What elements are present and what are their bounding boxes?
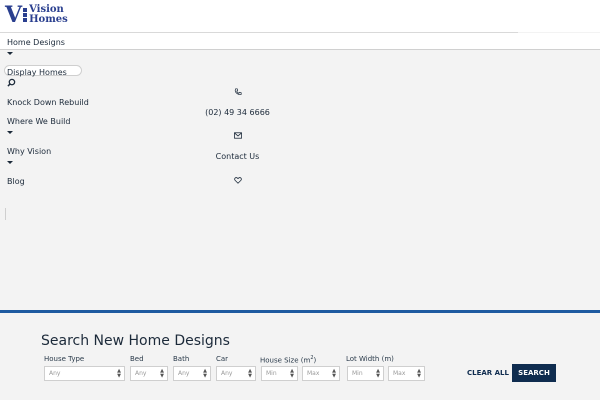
- chevron-down-icon[interactable]: [7, 161, 13, 164]
- nav-where-we-build[interactable]: Where We Build: [7, 117, 70, 126]
- logo-letter: V: [5, 2, 23, 28]
- label-car: Car: [216, 355, 229, 363]
- logo-line-homes: Homes: [29, 14, 68, 25]
- select-arrows-icon: ▲ ▼: [248, 368, 252, 379]
- chevron-down-icon[interactable]: [7, 52, 13, 55]
- chevron-down-icon[interactable]: [7, 131, 13, 134]
- label-bed: Bed: [130, 355, 144, 363]
- select-arrows-icon: ▲ ▼: [203, 368, 207, 379]
- label-house-size-close: ): [313, 356, 317, 365]
- select-arrows-icon: ▲ ▼: [160, 368, 164, 379]
- lot-width-min-value: Min: [352, 370, 363, 377]
- label-bath: Bath: [173, 355, 190, 363]
- nav-strip: [0, 33, 600, 50]
- house-size-min-value: Min: [266, 370, 277, 377]
- select-arrows-icon: ▲ ▼: [117, 368, 121, 379]
- nav-home-designs[interactable]: Home Designs: [7, 38, 65, 47]
- select-arrows-icon: ▲ ▼: [290, 368, 294, 379]
- bath-value: Any: [178, 370, 190, 377]
- logo-wordmark: Vision Homes: [29, 5, 68, 25]
- lot-width-max-select[interactable]: Max ▲ ▼: [388, 366, 425, 381]
- heart-icon[interactable]: [200, 177, 275, 186]
- bath-select[interactable]: Any ▲ ▼: [173, 366, 211, 381]
- label-house-size: House Size (m2): [260, 355, 316, 364]
- select-arrows-icon: ▲ ▼: [332, 368, 336, 379]
- envelope-icon[interactable]: [200, 132, 275, 141]
- contact-us-link[interactable]: Contact Us: [200, 152, 275, 161]
- house-size-min-select[interactable]: Min ▲ ▼: [261, 366, 298, 381]
- header: V Vision Homes: [0, 0, 600, 32]
- nav-display-homes[interactable]: Display Homes: [7, 68, 67, 77]
- bed-value: Any: [135, 370, 147, 377]
- house-type-select[interactable]: Any ▲ ▼: [44, 366, 125, 381]
- select-arrows-icon: ▲ ▼: [417, 368, 421, 379]
- house-size-max-select[interactable]: Max ▲ ▼: [302, 366, 340, 381]
- search-button[interactable]: SEARCH: [512, 364, 556, 382]
- lot-width-min-select[interactable]: Min ▲ ▼: [347, 366, 384, 381]
- lot-width-max-value: Max: [393, 370, 406, 377]
- label-house-type: House Type: [44, 355, 85, 363]
- logo-mark: [23, 7, 28, 23]
- house-size-max-value: Max: [307, 370, 320, 377]
- house-type-value: Any: [49, 370, 61, 377]
- phone-number[interactable]: (02) 49 34 6666: [200, 108, 275, 117]
- select-arrows-icon: ▲ ▼: [376, 368, 380, 379]
- clear-all-button[interactable]: CLEAR ALL: [467, 369, 509, 377]
- vision-homes-logo[interactable]: V Vision Homes: [5, 4, 68, 26]
- car-select[interactable]: Any ▲ ▼: [216, 366, 256, 381]
- divider: [5, 208, 6, 220]
- car-value: Any: [221, 370, 233, 377]
- search-icon[interactable]: [7, 78, 16, 89]
- phone-icon[interactable]: [200, 88, 275, 98]
- nav-why-vision[interactable]: Why Vision: [7, 147, 51, 156]
- nav-blog[interactable]: Blog: [7, 177, 25, 186]
- label-lot-width: Lot Width (m): [346, 355, 394, 363]
- search-panel-title: Search New Home Designs: [41, 333, 230, 349]
- nav-knock-down-rebuild[interactable]: Knock Down Rebuild: [7, 98, 89, 107]
- bed-select[interactable]: Any ▲ ▼: [130, 366, 168, 381]
- label-house-size-text: House Size (m: [260, 356, 311, 365]
